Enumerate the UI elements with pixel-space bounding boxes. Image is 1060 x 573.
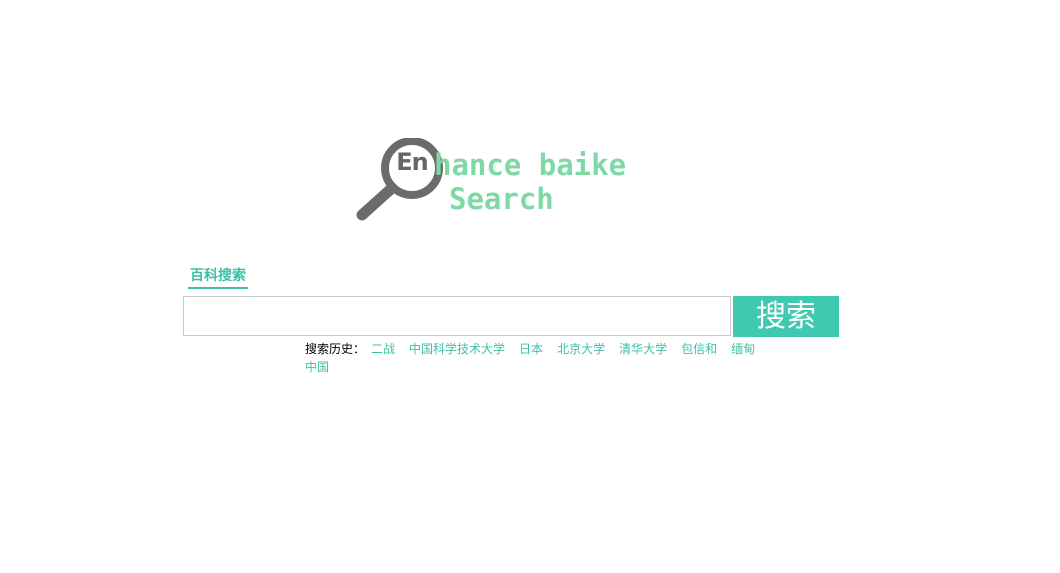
page: En hance baike Search 百科搜索 搜索 搜索历史： 二战 中国科… bbox=[0, 0, 1060, 573]
history-item[interactable]: 中国科学技术大学 bbox=[409, 342, 505, 356]
search-input[interactable] bbox=[183, 296, 731, 336]
search-history: 搜索历史： 二战 中国科学技术大学 日本 北京大学 清华大学 包信和 缅甸中国 bbox=[305, 340, 775, 376]
history-item[interactable]: 缅甸 bbox=[731, 342, 755, 356]
search-button[interactable]: 搜索 bbox=[733, 296, 839, 337]
logo-title-line2: Search bbox=[449, 182, 554, 216]
history-item[interactable]: 二战 bbox=[371, 342, 395, 356]
logo-title-line1: hance baike bbox=[434, 148, 627, 182]
history-item[interactable]: 北京大学 bbox=[557, 342, 605, 356]
tab-baike-search[interactable]: 百科搜索 bbox=[188, 266, 248, 289]
logo-prefix: En bbox=[396, 148, 428, 176]
history-item[interactable]: 中国 bbox=[305, 360, 329, 374]
search-history-label: 搜索历史： bbox=[305, 342, 366, 356]
site-logo: En hance baike Search bbox=[354, 138, 626, 228]
history-item[interactable]: 包信和 bbox=[681, 342, 717, 356]
history-item[interactable]: 日本 bbox=[519, 342, 543, 356]
history-item[interactable]: 清华大学 bbox=[619, 342, 667, 356]
